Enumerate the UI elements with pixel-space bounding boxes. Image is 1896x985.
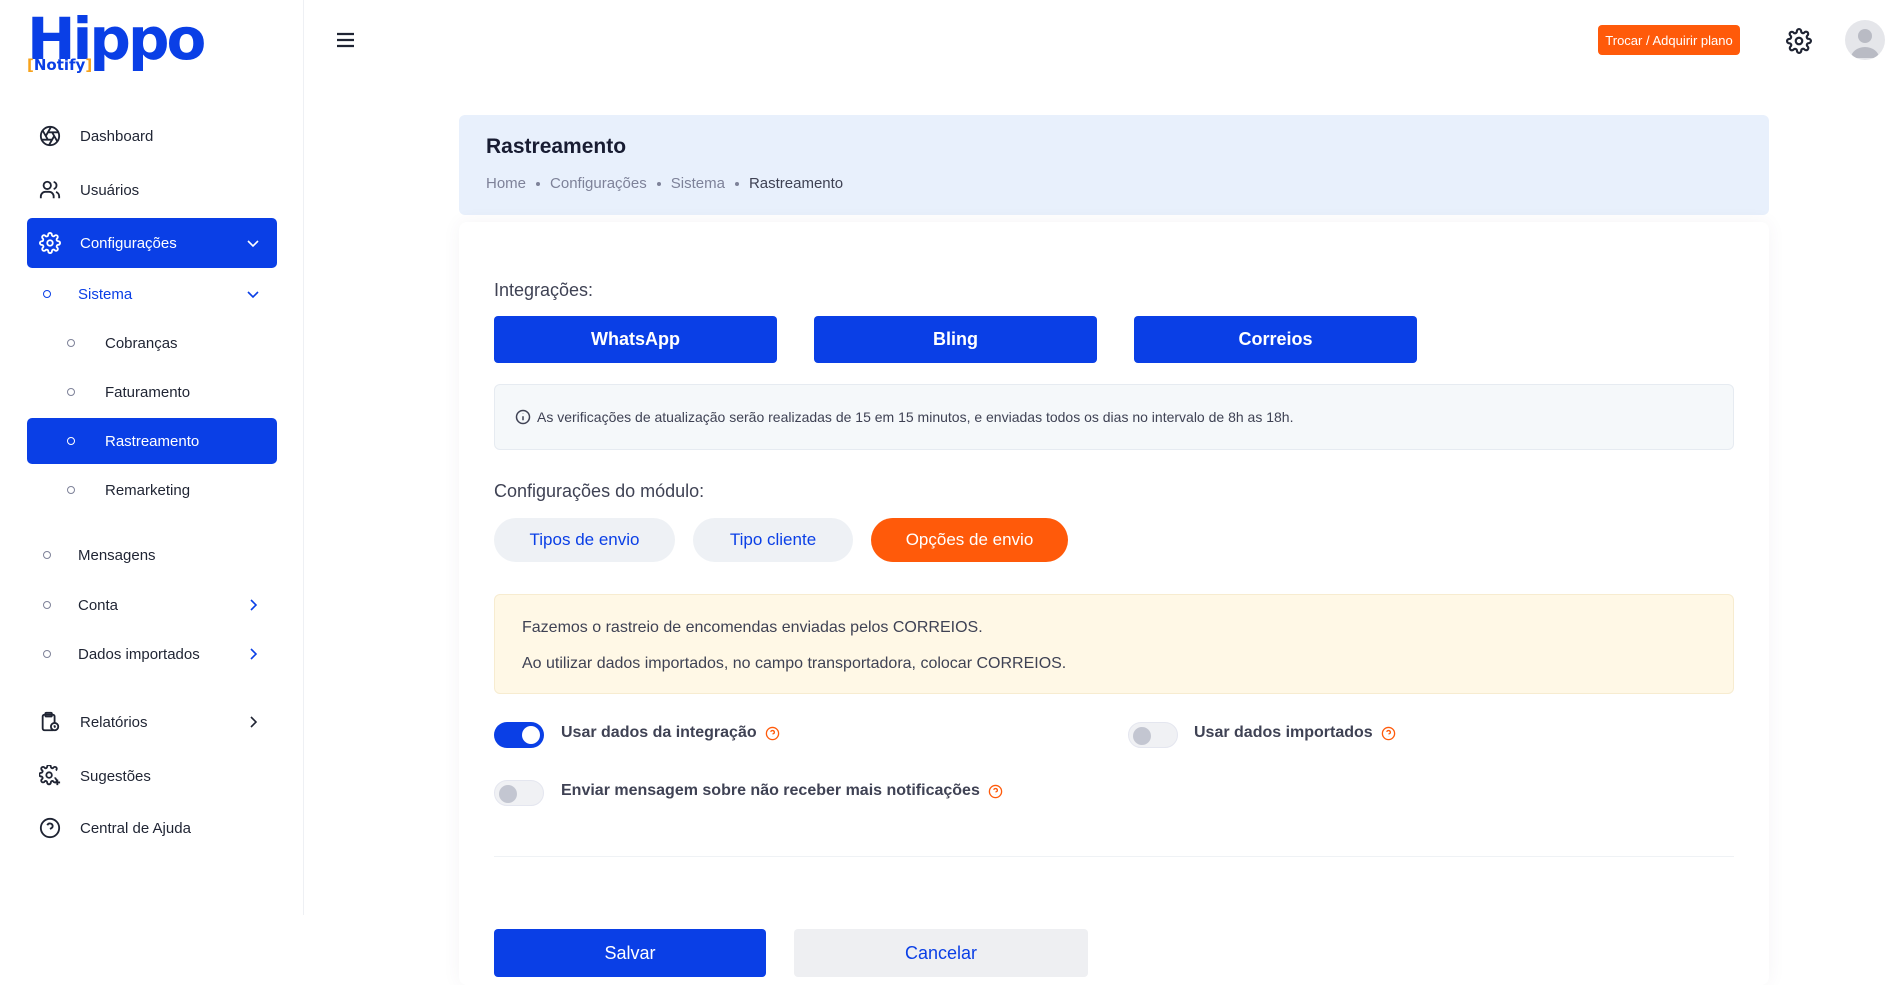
bullet-icon [43,551,51,559]
sidebar: Hippo [Notify] Dashboard Usuários Config… [0,0,304,915]
sidebar-item-label: Faturamento [105,383,191,401]
breadcrumb-home[interactable]: Home [486,175,526,192]
user-avatar[interactable] [1845,20,1885,60]
user-silhouette-icon [1851,29,1879,58]
sidebar-item-conta[interactable]: Conta [27,582,277,628]
sidebar-item-relatorios[interactable]: Relatórios [27,697,277,747]
sidebar-item-label: Rastreamento [105,432,200,450]
breadcrumb-separator [656,181,661,186]
toggle-knob [522,726,540,744]
notice-line: Fazemos o rastreio de encomendas enviada… [522,619,983,636]
cancel-button[interactable]: Cancelar [794,929,1088,977]
sidebar-item-central-de-ajuda[interactable]: Central de Ajuda [27,803,277,853]
bullet-icon [67,486,75,494]
sidebar-item-sistema[interactable]: Sistema [27,271,277,317]
settings-gear-icon[interactable] [1786,28,1812,54]
help-icon[interactable] [1381,726,1396,741]
page-title: Rastreamento [486,135,627,158]
toggle-usar-dados-integracao[interactable] [494,722,544,748]
chevron-down-icon [247,291,259,299]
sidebar-item-label: Configurações [80,234,177,252]
correios-button[interactable]: Correios [1134,316,1417,363]
users-icon [37,177,63,203]
bullet-icon [67,437,75,445]
chevron-right-icon [250,648,258,660]
sidebar-item-label: Dados importados [78,645,200,663]
tab-tipos-de-envio[interactable]: Tipos de envio [494,518,675,562]
sidebar-item-rastreamento[interactable]: Rastreamento [27,418,277,464]
sidebar-item-label: Remarketing [105,481,191,499]
sidebar-item-label: Mensagens [78,546,156,564]
sidebar-item-remarketing[interactable]: Remarketing [27,467,277,513]
chevron-down-icon [247,240,259,248]
module-config-label: Configurações do módulo: [494,481,705,501]
sidebar-item-label: Usuários [80,181,140,199]
sidebar-item-cobrancas[interactable]: Cobranças [27,320,277,366]
sidebar-item-label: Sistema [78,285,133,303]
breadcrumb: Home Configurações Sistema Rastreamento [486,175,843,192]
help-icon[interactable] [765,726,780,741]
chevron-right-icon [250,599,258,611]
divider [494,856,1734,857]
bullet-icon [43,290,51,298]
sidebar-item-label: Cobranças [105,334,178,352]
help-icon[interactable] [988,784,1003,799]
warning-notice: Fazemos o rastreio de encomendas enviada… [494,594,1734,694]
sidebar-item-label: Sugestões [80,767,151,785]
sidebar-item-label: Relatórios [80,713,148,731]
toggle-usar-dados-importados[interactable] [1128,722,1178,748]
sidebar-item-dashboard[interactable]: Dashboard [27,111,277,161]
breadcrumb-sistema[interactable]: Sistema [671,175,725,192]
sidebar-item-mensagens[interactable]: Mensagens [27,532,277,578]
bullet-icon [67,388,75,396]
info-text: As verificações de atualização serão rea… [537,409,1294,425]
settings-card: Integrações: WhatsApp Bling Correios As … [459,222,1769,985]
notice-line: Ao utilizar dados importados, no campo t… [522,655,1067,672]
info-icon [515,409,531,425]
sidebar-item-faturamento[interactable]: Faturamento [27,369,277,415]
tab-tipo-cliente[interactable]: Tipo cliente [693,518,853,562]
breadcrumb-current: Rastreamento [748,175,844,192]
menu-toggle-icon[interactable] [335,30,357,50]
toggle-label: Enviar mensagem sobre não receber mais n… [561,782,1003,800]
sidebar-item-label: Conta [78,596,119,614]
toggle-label-text: Enviar mensagem sobre não receber mais n… [561,782,980,799]
chevron-right-icon [250,716,258,728]
whatsapp-button[interactable]: WhatsApp [494,316,777,363]
bullet-icon [67,339,75,347]
toggle-enviar-mensagem[interactable] [494,780,544,806]
bullet-icon [43,601,51,609]
help-circle-icon [37,815,63,841]
toggle-label: Usar dados da integração [561,724,780,742]
sidebar-item-configuracoes[interactable]: Configurações [27,218,277,268]
breadcrumb-separator [734,181,739,186]
aperture-icon [37,123,63,149]
logo[interactable]: Hippo [Notify] [27,4,217,84]
save-button[interactable]: Salvar [494,929,766,977]
sidebar-item-dados-importados[interactable]: Dados importados [27,631,277,677]
plan-button[interactable]: Trocar / Adquirir plano [1598,25,1740,55]
gear-plus-icon [37,763,63,789]
integrations-label: Integrações: [494,280,594,300]
breadcrumb-configuracoes[interactable]: Configurações [550,175,647,192]
info-notice: As verificações de atualização serão rea… [494,384,1734,450]
gear-icon [37,230,63,256]
sidebar-item-label: Dashboard [80,127,154,145]
toggle-knob [1133,727,1151,745]
sidebar-item-usuarios[interactable]: Usuários [27,165,277,215]
toggle-label-text: Usar dados da integração [561,724,757,741]
toggle-label-text: Usar dados importados [1194,724,1373,741]
bullet-icon [43,650,51,658]
clipboard-clock-icon [37,709,63,735]
sidebar-item-sugestoes[interactable]: Sugestões [27,751,277,801]
tab-opcoes-de-envio[interactable]: Opções de envio [871,518,1068,562]
toggle-label: Usar dados importados [1194,724,1396,742]
page-header: Rastreamento Home Configurações Sistema … [459,115,1769,215]
breadcrumb-separator [536,181,541,186]
toggle-knob [499,785,517,803]
sidebar-item-label: Central de Ajuda [80,819,191,837]
bling-button[interactable]: Bling [814,316,1097,363]
logo-subtext: [Notify] [27,56,93,74]
